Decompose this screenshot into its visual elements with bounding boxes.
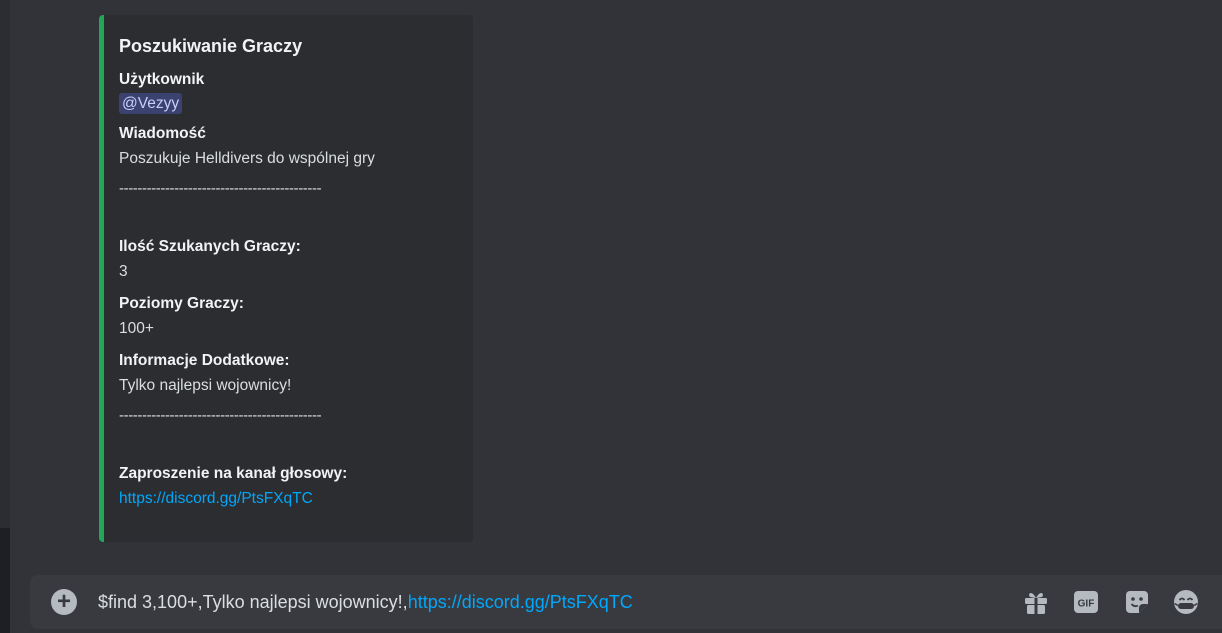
field-invite: Zaproszenie na kanał głosowy: https://di… <box>119 464 457 509</box>
left-panel-edge-lower <box>0 528 10 633</box>
divider-2: ----------------------------------------… <box>119 407 322 424</box>
invite-link[interactable]: https://discord.gg/PtsFXqTC <box>119 490 313 507</box>
left-panel-edge <box>0 0 10 633</box>
message-input-link: https://discord.gg/PtsFXqTC <box>407 592 633 612</box>
field-info: Informacje Dodatkowe: Tylko najlepsi woj… <box>119 351 457 426</box>
sticker-icon[interactable] <box>1123 588 1151 616</box>
field-info-value: Tylko najlepsi wojownicy! <box>119 377 292 394</box>
emoji-icon[interactable] <box>1172 588 1200 616</box>
field-info-label: Informacje Dodatkowe: <box>119 352 290 369</box>
field-levels-value: 100+ <box>119 320 154 337</box>
field-players: Ilość Szukanych Graczy: 3 <box>119 237 457 282</box>
embed-title: Poszukiwanie Graczy <box>119 36 303 56</box>
previous-message-clipped <box>118 0 478 5</box>
add-attachment-button[interactable]: + <box>51 589 77 615</box>
field-message-value: Poszukuje Helldivers do wspólnej gry <box>119 150 375 167</box>
user-mention[interactable]: @Vezyy <box>119 93 183 114</box>
field-levels-label: Poziomy Graczy: <box>119 295 244 312</box>
field-levels: Poziomy Graczy: 100+ <box>119 294 457 339</box>
field-user: Użytkownik @Vezyy <box>119 70 457 114</box>
divider-1: ----------------------------------------… <box>119 180 322 197</box>
field-user-value: @Vezyy <box>119 93 457 114</box>
field-message: Wiadomość Poszukuje Helldivers do wspóln… <box>119 124 457 199</box>
message-input[interactable]: $find 3,100+,Tylko najlepsi wojownicy!,h… <box>98 591 633 613</box>
field-players-value: 3 <box>119 263 128 280</box>
lfg-embed: Poszukiwanie Graczy Użytkownik @Vezyy Wi… <box>99 15 473 542</box>
message-input-text: $find 3,100+,Tylko najlepsi wojownicy!, <box>98 592 408 612</box>
gift-icon[interactable] <box>1022 588 1050 616</box>
field-invite-label: Zaproszenie na kanał głosowy: <box>119 465 348 482</box>
field-invite-value: https://discord.gg/PtsFXqTC <box>119 489 457 509</box>
gif-icon-label: GIF <box>1078 599 1095 610</box>
field-message-label: Wiadomość <box>119 125 206 142</box>
gif-icon[interactable]: GIF <box>1072 588 1100 616</box>
message-composer[interactable]: + $find 3,100+,Tylko najlepsi wojownicy!… <box>30 575 1222 629</box>
field-user-label: Użytkownik <box>119 71 205 88</box>
field-players-label: Ilość Szukanych Graczy: <box>119 238 301 255</box>
